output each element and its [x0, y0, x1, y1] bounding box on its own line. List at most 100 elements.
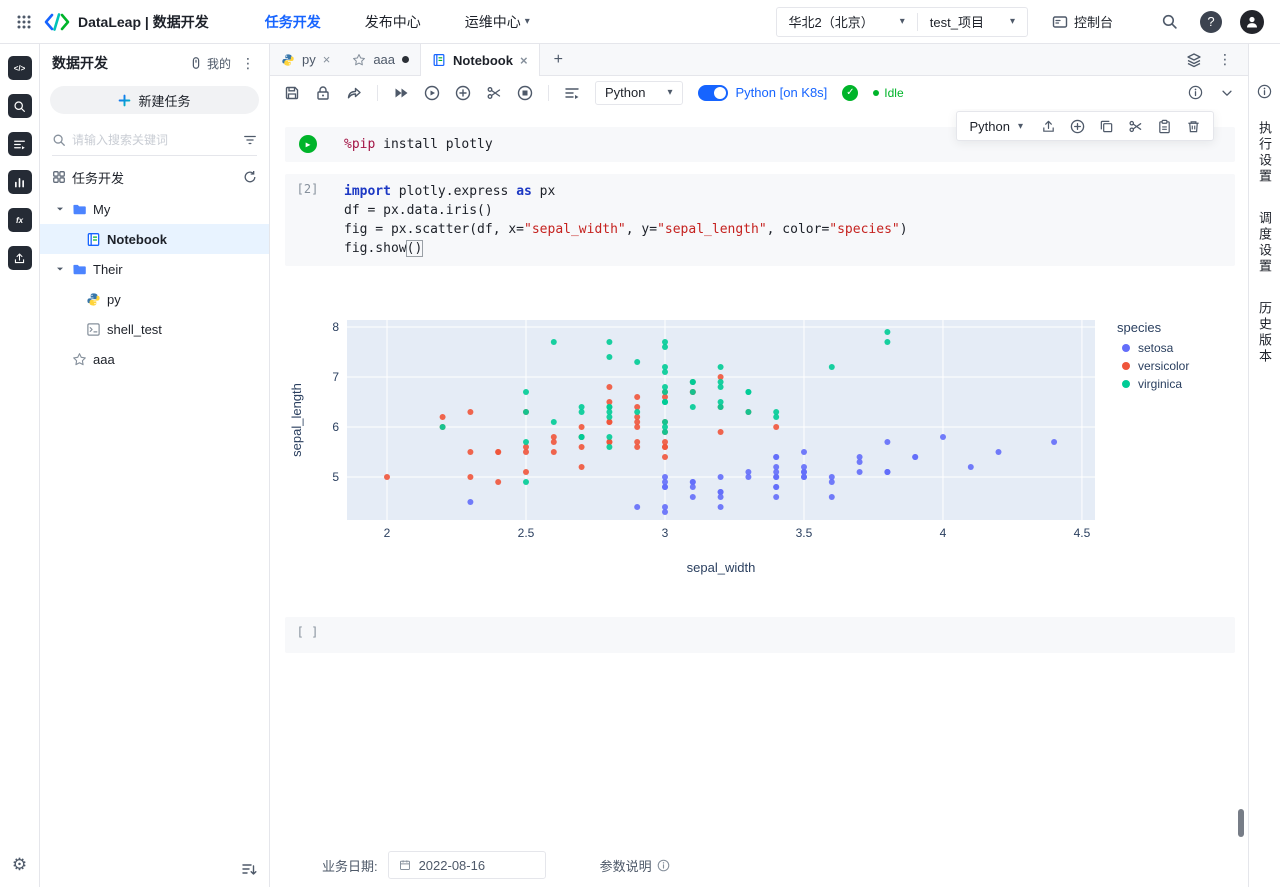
top-nav: 任务开发 发布中心 运维中心 ▾ [265, 12, 530, 32]
nav-release-center[interactable]: 发布中心 [365, 12, 421, 32]
cell-kernel-value: Python [969, 118, 1010, 134]
cell-empty[interactable]: [ ] [285, 617, 1235, 653]
export-cell-button[interactable] [1041, 119, 1056, 134]
kernel-select[interactable]: Python ▾ [595, 80, 683, 105]
nav-ops-center[interactable]: 运维中心 ▾ [465, 12, 530, 32]
layers-icon[interactable] [1186, 52, 1202, 68]
data-quality-module-icon[interactable] [7, 170, 32, 194]
svg-text:2.5: 2.5 [518, 526, 535, 540]
user-avatar[interactable] [1240, 9, 1264, 34]
svg-text:species: species [1117, 320, 1162, 335]
add-cell-button[interactable] [1070, 119, 1085, 134]
tab-schedule-settings[interactable]: 调度设置 [1255, 211, 1274, 275]
svg-text:virginica: virginica [1138, 377, 1182, 391]
code-editor[interactable] [330, 617, 1235, 653]
tab-label: py [302, 52, 316, 67]
run-cell-play-icon[interactable]: ▶ [298, 135, 317, 153]
lock-button[interactable] [315, 85, 331, 101]
function-module-icon[interactable]: fx [7, 208, 32, 232]
cell-scrollbar-thumb[interactable] [1238, 809, 1244, 837]
cell-kernel-select[interactable]: Python ▾ [969, 119, 1027, 134]
panel-info-icon[interactable] [1257, 84, 1272, 99]
tree-item-shell-test[interactable]: shell_test [40, 314, 269, 344]
search-input[interactable] [72, 132, 237, 147]
task-list-module-icon[interactable] [7, 132, 32, 156]
sort-icon[interactable] [241, 861, 257, 877]
app-title: DataLeap | 数据开发 [78, 13, 209, 30]
data-dev-module-icon[interactable]: </> [7, 56, 32, 80]
apps-grid-icon[interactable] [16, 14, 32, 30]
tab-label: Notebook [453, 52, 513, 68]
collapse-toolbar-icon[interactable] [1220, 86, 1234, 100]
run-all-button[interactable] [393, 85, 409, 101]
project-select[interactable]: test_项目 ▾ [918, 12, 1027, 31]
tab-label: aaa [373, 52, 396, 67]
interrupt-kernel-button[interactable] [517, 85, 533, 101]
settings-gear-icon[interactable]: ⚙ [12, 855, 27, 875]
cell-execution-count: [ ] [296, 625, 319, 639]
notebook-toolbar: Python ▾ Python [on K8s] ✓ Idle [270, 76, 1248, 109]
region-project-selects: 华北2（北京） ▾ test_项目 ▾ [775, 6, 1028, 37]
resource-upload-module-icon[interactable] [7, 246, 32, 270]
cell-gutter: ▶ [285, 127, 330, 162]
help-button[interactable]: ? [1200, 10, 1222, 33]
new-task-button[interactable]: 新建任务 [50, 86, 259, 114]
tab-py[interactable]: py × [270, 44, 341, 75]
console-icon [1052, 14, 1068, 30]
adhoc-query-module-icon[interactable] [7, 94, 32, 118]
code-editor[interactable]: import plotly.express as px df = px.data.… [330, 174, 1235, 266]
svg-text:4: 4 [940, 526, 947, 540]
region-select[interactable]: 华北2（北京） ▾ [777, 12, 917, 31]
params-label: 参数说明 [599, 858, 652, 874]
k8s-toggle[interactable] [697, 84, 728, 101]
params-help[interactable]: 参数说明 [600, 856, 670, 875]
share-button[interactable] [346, 85, 362, 101]
close-icon[interactable]: × [323, 52, 331, 67]
notebook-editor: Python ▾ ▶ %pip install plotly [2] impor… [270, 109, 1248, 843]
tab-notebook[interactable]: Notebook × [420, 44, 540, 76]
editor-tabbar: py × aaa Notebook × + ⋮ [270, 44, 1248, 76]
business-date-input[interactable] [418, 857, 535, 873]
divider [548, 84, 549, 101]
paste-cell-button[interactable] [1157, 119, 1172, 134]
copy-cell-button[interactable] [1099, 119, 1114, 134]
cell-plotly-code[interactable]: [2] import plotly.express as px df = px.d… [285, 174, 1244, 837]
add-cell-button[interactable] [455, 85, 471, 101]
tab-exec-settings[interactable]: 执行设置 [1255, 121, 1274, 185]
svg-text:sepal_length: sepal_length [289, 383, 304, 457]
tree-folder-my[interactable]: My [40, 194, 269, 224]
close-icon[interactable]: × [520, 53, 528, 68]
nav-task-dev[interactable]: 任务开发 [265, 12, 321, 32]
tree-item-notebook[interactable]: Notebook [40, 224, 269, 254]
save-button[interactable] [284, 85, 300, 101]
refresh-icon[interactable] [243, 170, 257, 184]
tree-item-aaa[interactable]: aaa [40, 344, 269, 374]
mine-filter-button[interactable]: 我的 [189, 55, 231, 72]
person-icon [1244, 14, 1260, 30]
svg-text:3: 3 [662, 526, 669, 540]
chevron-down-icon: ▾ [899, 16, 905, 27]
sidebar-more-menu[interactable]: ⋮ [239, 55, 257, 72]
calendar-icon [399, 858, 411, 872]
run-queue-button[interactable] [564, 85, 580, 101]
cut-cell-button[interactable] [1128, 119, 1143, 134]
tree-item-py[interactable]: py [40, 284, 269, 314]
svg-text:7: 7 [332, 370, 339, 384]
tree-item-label: py [107, 291, 121, 307]
run-cell-button[interactable] [424, 85, 440, 101]
filter-icon[interactable] [243, 133, 257, 147]
top-header: DataLeap | 数据开发 任务开发 发布中心 运维中心 ▾ 华北2（北京） ▾… [0, 0, 1280, 44]
cut-cell-button[interactable] [486, 85, 502, 101]
delete-cell-button[interactable] [1186, 119, 1201, 134]
tab-aaa[interactable]: aaa [341, 44, 420, 75]
search-icon[interactable] [1161, 13, 1178, 30]
info-icon[interactable] [1188, 85, 1203, 100]
tabbar-more-menu[interactable]: ⋮ [1216, 51, 1234, 68]
console-button[interactable]: 控制台 [1052, 12, 1113, 31]
notebook-icon [432, 53, 446, 67]
tab-history-versions[interactable]: 历史版本 [1255, 301, 1274, 365]
tree-folder-their[interactable]: Their [40, 254, 269, 284]
main-area: py × aaa Notebook × + ⋮ Python ▾ Python … [270, 44, 1248, 887]
business-date-picker[interactable] [387, 851, 546, 879]
new-tab-button[interactable]: + [540, 44, 577, 75]
